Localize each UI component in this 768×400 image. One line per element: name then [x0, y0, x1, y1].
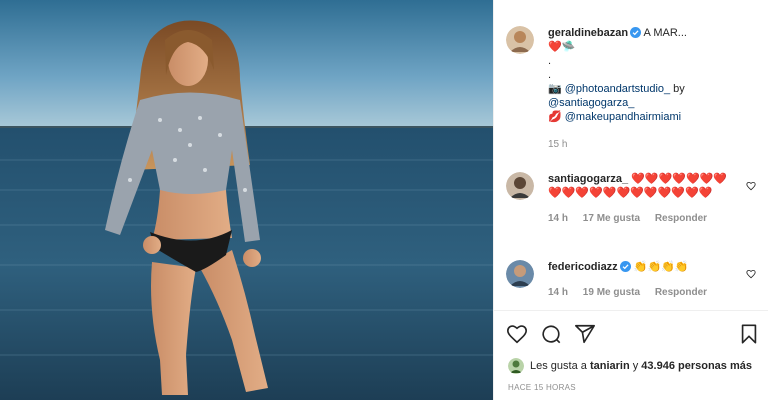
- comment-like-heart-icon[interactable]: [746, 181, 756, 191]
- heart-icon[interactable]: [506, 323, 528, 345]
- caption-start: A MAR...: [643, 27, 687, 39]
- likes-user[interactable]: taniarin: [590, 360, 630, 372]
- comment-likes[interactable]: 19 Me gusta: [583, 287, 640, 298]
- beach-photo-image: [0, 0, 493, 400]
- comment: federicodiazz 👏👏👏👏 14 h 19 Me gusta Resp…: [506, 260, 756, 300]
- post-time-ago[interactable]: HACE 15 HORAS: [508, 383, 576, 392]
- reply-button[interactable]: Responder: [655, 213, 707, 224]
- caption-by: by: [670, 83, 685, 95]
- likes-summary: Les gusta a taniarin y 43.946 personas m…: [508, 358, 752, 374]
- author-avatar[interactable]: [506, 26, 534, 54]
- likes-prefix: Les gusta a: [530, 360, 587, 372]
- verified-icon: [630, 27, 642, 38]
- verified-icon: [619, 261, 631, 272]
- mention-santiagogarza[interactable]: @santiagogarza_: [548, 97, 634, 109]
- likes-count[interactable]: 43.946 personas más: [641, 360, 752, 372]
- caption-age[interactable]: 15 h: [548, 138, 746, 152]
- post-side-panel: geraldinebazan A MAR... ❤️🛸 . . 📷 @photo…: [493, 0, 768, 400]
- bookmark-icon[interactable]: [738, 323, 760, 345]
- liker-avatar[interactable]: [508, 358, 524, 374]
- comment-like-heart-icon[interactable]: [746, 269, 756, 279]
- mention-makeupandhairmiami[interactable]: @makeupandhairmiami: [565, 111, 681, 123]
- post-actions-bar: [494, 310, 768, 355]
- caption-dot-1: .: [548, 55, 552, 67]
- comment-likes[interactable]: 17 Me gusta: [583, 213, 640, 224]
- comment-icon[interactable]: [540, 323, 562, 345]
- mention-photoandartstudio[interactable]: @photoandartstudio_: [565, 83, 670, 95]
- comment-age[interactable]: 14 h: [548, 213, 568, 224]
- commenter-avatar[interactable]: [506, 172, 534, 200]
- share-icon[interactable]: [574, 323, 596, 345]
- reply-button[interactable]: Responder: [655, 287, 707, 298]
- caption-emojis: ❤️🛸: [548, 41, 576, 53]
- comment-username[interactable]: federicodiazz: [548, 261, 618, 273]
- post-photo[interactable]: [0, 0, 493, 400]
- camera-emoji: 📷: [548, 83, 562, 95]
- commenter-avatar[interactable]: [506, 260, 534, 288]
- comment: santiagogarza_ ❤️❤️❤️❤️❤️❤️❤️❤️❤️❤️❤️❤️❤…: [506, 172, 756, 226]
- post-caption: geraldinebazan A MAR... ❤️🛸 . . 📷 @photo…: [506, 26, 746, 152]
- caption-dot-2: .: [548, 69, 552, 81]
- likes-middle: y: [632, 360, 639, 372]
- comment-age[interactable]: 14 h: [548, 287, 568, 298]
- comment-username[interactable]: santiagogarza_: [548, 173, 628, 185]
- comment-text: 👏👏👏👏: [633, 261, 689, 273]
- author-username[interactable]: geraldinebazan: [548, 27, 628, 39]
- lips-emoji: 💋: [548, 111, 562, 123]
